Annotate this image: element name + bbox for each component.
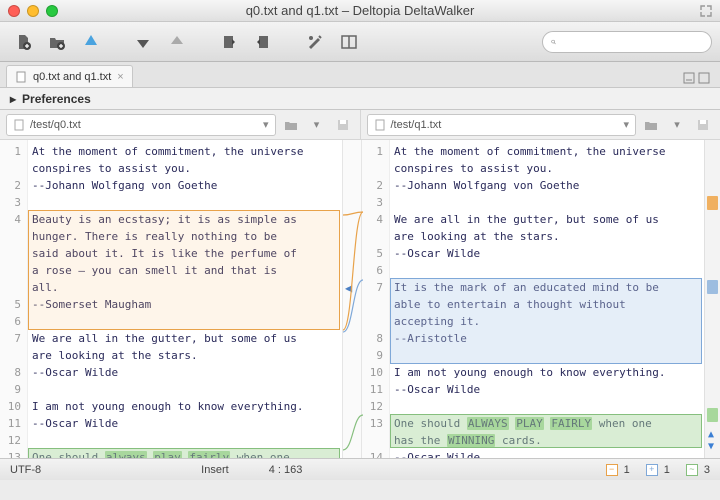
changed-count-icon: ~ <box>686 464 698 476</box>
encoding-label[interactable]: UTF-8 <box>10 464 41 476</box>
overview-mark <box>707 280 718 294</box>
overview-mark <box>707 196 718 210</box>
insert-mode-label: Insert <box>201 464 229 476</box>
left-pane[interactable]: 12345678910111213 At the moment of commi… <box>0 140 342 458</box>
window-title: q0.txt and q1.txt – Deltopia DeltaWalker <box>0 3 720 18</box>
disclosure-triangle-icon: ▸ <box>10 92 16 106</box>
chevron-down-icon: ▾ <box>263 118 269 131</box>
file-icon <box>15 71 27 83</box>
settings-button[interactable] <box>300 30 330 54</box>
close-window-button[interactable] <box>8 5 20 17</box>
copy-right-button[interactable] <box>248 30 278 54</box>
right-gutter: 123456789101112131415 <box>362 140 390 458</box>
left-file-path: /test/q0.txt <box>30 119 81 131</box>
minimize-window-button[interactable] <box>27 5 39 17</box>
prev-diff-button[interactable] <box>162 30 192 54</box>
left-code[interactable]: At the moment of commitment, the univers… <box>28 140 342 458</box>
overview-mark <box>707 408 718 422</box>
main-toolbar <box>0 22 720 62</box>
tabbar: q0.txt and q1.txt × <box>0 62 720 88</box>
new-folder-button[interactable] <box>42 30 72 54</box>
changed-count: 3 <box>704 464 710 476</box>
zoom-window-button[interactable] <box>46 5 58 17</box>
right-file-path-input[interactable]: /test/q1.txt ▾ <box>367 114 637 136</box>
preferences-label: Preferences <box>22 92 91 106</box>
minimize-pane-icon[interactable] <box>683 72 695 84</box>
save-button[interactable] <box>332 114 354 136</box>
copy-left-button[interactable] <box>214 30 244 54</box>
scroll-up-icon[interactable]: ▲ <box>708 430 714 440</box>
right-file-path: /test/q1.txt <box>391 119 442 131</box>
compare-button[interactable] <box>76 30 106 54</box>
right-file-pane-header: /test/q1.txt ▾ ▾ <box>360 110 720 139</box>
chevron-down-icon: ▾ <box>623 118 629 131</box>
statusbar: UTF-8 Insert 4 : 163 − 1 + 1 ~ 3 <box>0 458 720 480</box>
history-button[interactable]: ▾ <box>666 114 688 136</box>
browse-button[interactable] <box>640 114 662 136</box>
save-button[interactable] <box>692 114 714 136</box>
search-input[interactable] <box>561 36 703 48</box>
diff-connector: ◀ <box>342 140 362 458</box>
left-gutter: 12345678910111213 <box>0 140 28 458</box>
deleted-count: 1 <box>624 464 630 476</box>
deleted-count-icon: − <box>606 464 618 476</box>
right-pane[interactable]: 123456789101112131415 At the moment of c… <box>362 140 704 458</box>
maximize-pane-icon[interactable] <box>698 72 710 84</box>
tab-comparison[interactable]: q0.txt and q1.txt × <box>6 65 133 87</box>
scroll-down-icon[interactable]: ▼ <box>708 442 714 452</box>
close-tab-button[interactable]: × <box>117 71 123 83</box>
right-code[interactable]: At the moment of commitment, the univers… <box>390 140 704 458</box>
added-count: 1 <box>664 464 670 476</box>
cursor-position: 4 : 163 <box>269 464 303 476</box>
overview-ruler[interactable]: ▲ ▼ <box>704 140 720 458</box>
layout-button[interactable] <box>334 30 364 54</box>
file-path-bar: /test/q0.txt ▾ ▾ /test/q1.txt ▾ ▾ <box>0 110 720 140</box>
left-file-pane-header: /test/q0.txt ▾ ▾ <box>0 110 360 139</box>
history-button[interactable]: ▾ <box>306 114 328 136</box>
search-icon <box>551 36 556 48</box>
file-icon <box>13 119 25 131</box>
next-diff-button[interactable] <box>128 30 158 54</box>
added-count-icon: + <box>646 464 658 476</box>
titlebar: q0.txt and q1.txt – Deltopia DeltaWalker <box>0 0 720 22</box>
preferences-header[interactable]: ▸ Preferences <box>0 88 720 110</box>
file-icon <box>374 119 386 131</box>
new-file-button[interactable] <box>8 30 38 54</box>
diff-view: 12345678910111213 At the moment of commi… <box>0 140 720 458</box>
left-file-path-input[interactable]: /test/q0.txt ▾ <box>6 114 276 136</box>
fullscreen-icon[interactable] <box>700 5 712 17</box>
search-field[interactable] <box>542 31 712 53</box>
tab-label: q0.txt and q1.txt <box>33 71 111 83</box>
browse-button[interactable] <box>280 114 302 136</box>
